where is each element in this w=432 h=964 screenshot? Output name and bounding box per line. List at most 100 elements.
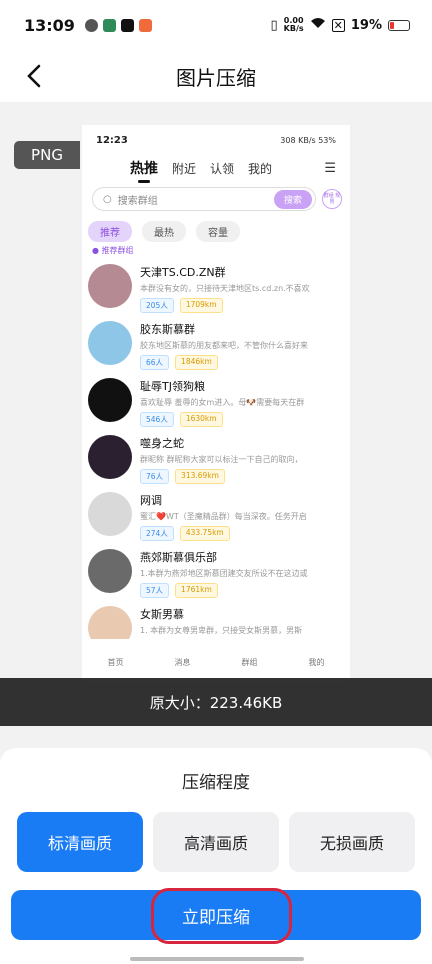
notification-app-icon bbox=[84, 18, 98, 32]
group-distance: 1630km bbox=[179, 412, 223, 427]
group-distance: 1709km bbox=[179, 298, 223, 313]
group-tags: 76人 313.69km bbox=[140, 469, 340, 484]
preview-group-list: 天津TS.CD.ZN群本群没有女的，只接待天津地区ts.cd.zn.不喜欢 205… bbox=[82, 256, 350, 685]
group-info: 燕郊斯慕俱乐部 1.本群为燕郊地区斯慕团建交友所设不在这边或 57人 1761km bbox=[140, 549, 340, 606]
preview-chip-hottest: 最热 bbox=[142, 221, 186, 242]
preview-bottom-tab-groups: 群组 bbox=[241, 657, 258, 667]
preview-group-rules-badge: 群组 规则 bbox=[322, 189, 342, 209]
group-member-count: 76人 bbox=[140, 469, 170, 484]
notification-app-icon bbox=[138, 18, 152, 32]
group-info: 耻辱TJ领狗粮喜欢耻辱 羞辱的女m进入。母🐶需要每天在群 546人 1630km bbox=[140, 378, 340, 435]
vibrate-icon: ▯ bbox=[270, 17, 278, 33]
group-distance: 1761km bbox=[175, 583, 218, 598]
preview-tabs: 热推 附近 认领 我的 ☰ bbox=[82, 155, 350, 183]
group-distance: 313.69km bbox=[175, 469, 225, 484]
original-size-label: 原大小：223.46KB bbox=[0, 678, 432, 726]
group-name: 女斯男慕 bbox=[140, 608, 184, 621]
preview-status-time: 12:23 bbox=[96, 134, 128, 146]
group-info: 天津TS.CD.ZN群本群没有女的，只接待天津地区ts.cd.zn.不喜欢 205… bbox=[140, 264, 340, 321]
group-list-item: 耻辱TJ领狗粮喜欢耻辱 羞辱的女m进入。母🐶需要每天在群 546人 1630km bbox=[82, 378, 350, 435]
sim-off-icon: ✕ bbox=[331, 18, 345, 32]
group-distance: 433.75km bbox=[179, 526, 230, 541]
quality-option-standard[interactable]: 标清画质 bbox=[17, 812, 143, 872]
group-member-count: 66人 bbox=[140, 355, 170, 370]
battery-icon bbox=[388, 19, 410, 31]
compression-sheet: 压缩程度 标清画质 高清画质 无损画质 立即压缩 bbox=[0, 748, 432, 964]
group-list-item: 燕郊斯慕俱乐部 1.本群为燕郊地区斯慕团建交友所设不在这边或 57人 1761km bbox=[82, 549, 350, 606]
notification-app-icon bbox=[102, 18, 116, 32]
group-name: 胶东斯慕群 bbox=[140, 323, 195, 336]
preview-search-row: ○ 搜索群组 搜索 群组 规则 bbox=[92, 187, 342, 211]
status-app-icons bbox=[84, 18, 152, 32]
preview-search-box: ○ 搜索群组 搜索 bbox=[92, 187, 316, 211]
home-indicator[interactable] bbox=[130, 957, 304, 961]
tiktok-icon bbox=[120, 18, 134, 32]
preview-bottom-tab-messages: 消息 bbox=[174, 657, 191, 667]
group-avatar bbox=[88, 549, 132, 593]
group-list-item: 胶东斯慕群胶东地区斯慕的朋友都来吧，不管你什么喜好来 66人 1846km bbox=[82, 321, 350, 378]
group-tags: 57人 1761km bbox=[140, 583, 340, 598]
filter-icon: ☰ bbox=[324, 160, 336, 176]
preview-status-right: 308 KB/s 53% bbox=[280, 135, 336, 145]
chevron-left-icon bbox=[27, 64, 41, 88]
image-preview: 12:23 308 KB/s 53% 热推 附近 认领 我的 ☰ ○ 搜索群组 … bbox=[82, 125, 350, 685]
back-button[interactable] bbox=[18, 60, 50, 92]
group-name: 网调 bbox=[140, 494, 162, 507]
preview-status-bar: 12:23 308 KB/s 53% bbox=[82, 125, 350, 155]
group-info: 噬身之蛇群昵称 群昵称大家可以标注一下自己的取向， 76人 313.69km bbox=[140, 435, 340, 492]
group-name: 噬身之蛇 bbox=[140, 437, 184, 450]
status-bar: 13:09 ▯ 0.00 KB/s ✕ 19% bbox=[0, 0, 432, 50]
group-tags: 546人 1630km bbox=[140, 412, 340, 427]
preview-bottom-tab-home: 首页 bbox=[107, 657, 124, 667]
nav-bar: 图片压缩 bbox=[0, 50, 432, 102]
group-tags: 205人 1709km bbox=[140, 298, 340, 313]
status-time: 13:09 bbox=[24, 15, 75, 35]
compression-level-title: 压缩程度 bbox=[182, 773, 250, 793]
preview-tab-hot: 热推 bbox=[130, 158, 158, 183]
group-list-item: 天津TS.CD.ZN群本群没有女的，只接待天津地区ts.cd.zn.不喜欢 205… bbox=[82, 264, 350, 321]
group-description: 群昵称 群昵称大家可以标注一下自己的取向， bbox=[140, 455, 303, 464]
network-speed: 0.00 KB/s bbox=[283, 16, 304, 33]
preview-chip-capacity: 容量 bbox=[196, 221, 240, 242]
group-list-item: 噬身之蛇群昵称 群昵称大家可以标注一下自己的取向， 76人 313.69km bbox=[82, 435, 350, 492]
search-icon: ○ bbox=[103, 193, 112, 205]
group-member-count: 274人 bbox=[140, 526, 174, 541]
group-tags: 274人 433.75km bbox=[140, 526, 340, 541]
group-description: 喜欢耻辱 羞辱的女m进入。母🐶需要每天在群 bbox=[140, 398, 305, 407]
preview-tab-mine: 我的 bbox=[248, 161, 273, 176]
group-list-item: 网调蜜汇❤️WT（圣魔精品群）每当深夜。任务开启 274人 433.75km bbox=[82, 492, 350, 549]
preview-chips: 推荐 最热 容量 bbox=[82, 211, 350, 242]
wifi-icon bbox=[310, 17, 326, 33]
preview-chip-recommend: 推荐 bbox=[88, 221, 132, 242]
group-description: 本群没有女的，只接待天津地区ts.cd.zn.不喜欢 bbox=[140, 284, 310, 293]
group-distance: 1846km bbox=[175, 355, 218, 370]
group-description: 1. 本群为女尊男卑群，只接受女斯男慕，男斯 bbox=[140, 626, 303, 635]
preview-section-label: ● 推荐群组 bbox=[92, 246, 134, 255]
group-description: 蜜汇❤️WT（圣魔精品群）每当深夜。任务开启 bbox=[140, 512, 307, 521]
group-description: 胶东地区斯慕的朋友都来吧，不管你什么喜好来 bbox=[140, 341, 308, 350]
quality-option-high[interactable]: 高清画质 bbox=[153, 812, 279, 872]
preview-tab-claim: 认领 bbox=[210, 161, 235, 176]
preview-tab-nearby: 附近 bbox=[172, 161, 197, 176]
battery-percent: 19% bbox=[350, 17, 382, 33]
group-tags: 66人 1846km bbox=[140, 355, 340, 370]
group-description: 1.本群为燕郊地区斯慕团建交友所设不在这边或 bbox=[140, 569, 308, 578]
group-name: 天津TS.CD.ZN群 bbox=[140, 266, 226, 279]
group-avatar bbox=[88, 435, 132, 479]
group-member-count: 205人 bbox=[140, 298, 174, 313]
group-name: 燕郊斯慕俱乐部 bbox=[140, 551, 217, 564]
group-avatar bbox=[88, 264, 132, 308]
preview-search-button: 搜索 bbox=[273, 189, 312, 209]
group-member-count: 57人 bbox=[140, 583, 170, 598]
image-format-badge: PNG bbox=[14, 141, 80, 169]
group-info: 胶东斯慕群胶东地区斯慕的朋友都来吧，不管你什么喜好来 66人 1846km bbox=[140, 321, 340, 378]
group-avatar bbox=[88, 492, 132, 536]
group-avatar bbox=[88, 321, 132, 365]
group-member-count: 546人 bbox=[140, 412, 174, 427]
page-title: 图片压缩 bbox=[176, 65, 256, 90]
group-name: 耻辱TJ领狗粮 bbox=[140, 380, 205, 393]
highlight-annotation bbox=[151, 888, 292, 944]
preview-bottom-tab-mine: 我的 bbox=[308, 657, 325, 667]
quality-option-lossless[interactable]: 无损画质 bbox=[289, 812, 415, 872]
group-info: 网调蜜汇❤️WT（圣魔精品群）每当深夜。任务开启 274人 433.75km bbox=[140, 492, 340, 549]
